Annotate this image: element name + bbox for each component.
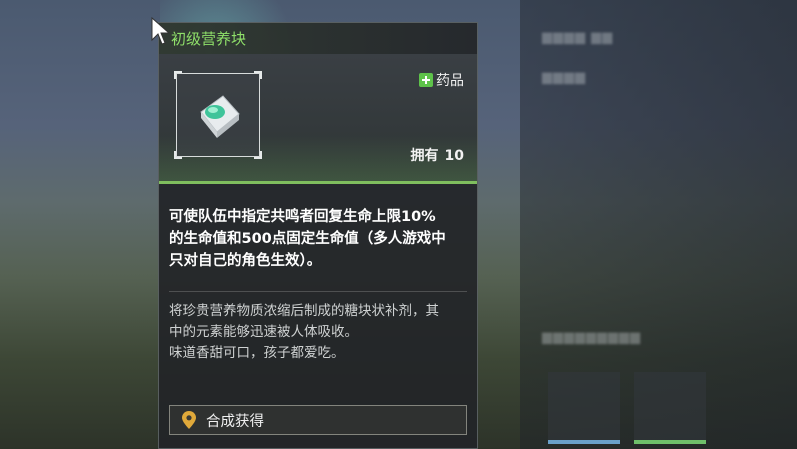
- effect-line: 可使队伍中指定共鸣者回复生命上限10%: [169, 209, 436, 225]
- category-label: 药品: [419, 70, 464, 90]
- owned-count: 拥有 10: [411, 145, 464, 165]
- category-text: 药品: [436, 73, 464, 89]
- blurred-menu-text: ▆▆▆▆▆▆▆▆▆: [542, 330, 641, 345]
- description-text: 将珍贵营养物质浓缩后制成的糖块状补剂，其 中的元素能够迅速被人体吸收。 味道香甜…: [159, 292, 477, 364]
- background-item-slot: [634, 372, 706, 444]
- background-item-slot: [548, 372, 620, 444]
- mouse-cursor-icon: [151, 16, 170, 45]
- item-title: 初级营养块: [159, 23, 477, 54]
- description-line: 将珍贵营养物质浓缩后制成的糖块状补剂，其: [169, 303, 439, 319]
- source-button-label: 合成获得: [206, 413, 264, 430]
- blurred-menu-text: ▆▆▆▆: [542, 70, 586, 85]
- item-icon-frame: [174, 71, 262, 159]
- source-button[interactable]: 合成获得: [169, 405, 467, 435]
- nutrition-block-item-icon: [200, 95, 240, 138]
- description-line: 中的元素能够迅速被人体吸收。: [169, 324, 358, 340]
- blurred-menu-text: ▆▆▆▆ ▆▆: [542, 30, 614, 45]
- location-pin-icon: [182, 411, 196, 429]
- effect-text: 可使队伍中指定共鸣者回复生命上限10% 的生命值和500点固定生命值（多人游戏中…: [159, 184, 477, 272]
- owned-value: 10: [444, 148, 464, 164]
- item-tooltip-card: 初级营养块 药品 拥有 10 可使队伍中指定共鸣者回复生命上限10% 的生命值和5…: [158, 22, 478, 449]
- owned-label: 拥有: [410, 148, 439, 164]
- plus-icon: [419, 73, 433, 87]
- item-image-area: 药品 拥有 10: [159, 54, 477, 184]
- description-line: 味道香甜可口，孩子都爱吃。: [169, 345, 345, 361]
- effect-line: 的生命值和500点固定生命值（多人游戏中: [169, 231, 446, 247]
- effect-line: 只对自己的角色生效）。: [169, 253, 322, 269]
